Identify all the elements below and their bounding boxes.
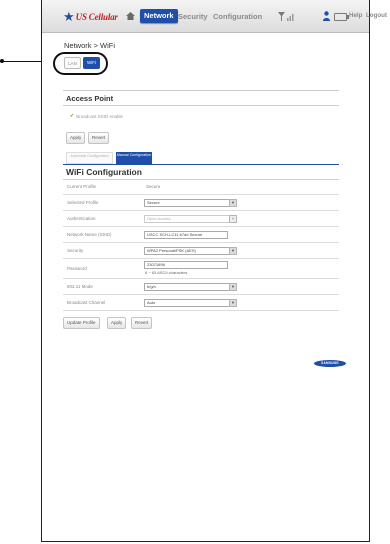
access-point-apply-button[interactable]: Apply <box>66 132 86 144</box>
row-broadcast-channel: Broadcast Channel Auto ▼ <box>63 295 339 311</box>
row-current-profile: Current Profile Secure <box>63 179 339 195</box>
channel-select[interactable]: Auto ▼ <box>144 299 237 307</box>
network-name-label: Network Name (SSID) <box>67 232 112 237</box>
row-security: Security WPA2 Personal/PSK (AES) ▼ <box>63 243 339 259</box>
battery-icon <box>334 13 349 21</box>
wifi-configuration-title: WiFi Configuration <box>66 167 142 177</box>
help-link[interactable]: Help <box>349 12 362 19</box>
security-label: Security <box>67 248 84 253</box>
broadcast-ssid-label: Broadcast SSID enable <box>76 113 123 119</box>
selected-profile-label: Selected Profile <box>67 200 99 205</box>
brand-name: US Cellular <box>75 11 118 22</box>
mode-select[interactable]: b/g/n ▼ <box>144 283 237 291</box>
signal-strength-icon <box>278 12 294 21</box>
access-point-title: Access Point <box>66 94 114 103</box>
chevron-down-icon: ▼ <box>229 283 237 291</box>
access-point-revert-button[interactable]: Revert <box>88 132 110 144</box>
chevron-down-icon: ▼ <box>229 199 237 207</box>
revert-button[interactable]: Revert <box>131 317 153 329</box>
current-profile-value: Secure <box>146 184 161 189</box>
row-selected-profile: Selected Profile Secure ▼ <box>63 195 339 211</box>
samsung-logo: SAMSUNG <box>314 360 346 367</box>
row-80211-mode: 802.11 Mode b/g/n ▼ <box>63 279 339 295</box>
divider <box>63 90 339 91</box>
password-input[interactable]: 23071696 <box>144 261 228 269</box>
top-navigation-bar: ★ US Cellular Network Security Configura… <box>42 0 387 33</box>
channel-label: Broadcast Channel <box>67 300 106 305</box>
network-name-input[interactable]: USCC SCH-LC11 b7dd Secure <box>144 231 228 239</box>
tab-lan[interactable]: LAN <box>64 57 81 69</box>
mode-value: b/g/n <box>147 284 156 289</box>
user-icon <box>323 11 330 21</box>
selected-profile-value: Secure <box>147 200 160 205</box>
tab-manual-configuration[interactable]: Manual Configuration <box>116 152 152 164</box>
chevron-down-icon: ▼ <box>229 215 237 223</box>
breadcrumb: Network > WiFi <box>64 41 116 50</box>
home-icon[interactable] <box>126 12 135 20</box>
current-profile-label: Current Profile <box>67 184 97 189</box>
row-authentication: Authentication Open Access ▼ <box>63 211 339 227</box>
star-icon: ★ <box>63 9 75 24</box>
nav-configuration[interactable]: Configuration <box>213 12 262 21</box>
row-network-name: Network Name (SSID) USCC SCH-LC11 b7dd S… <box>63 227 339 243</box>
chevron-down-icon: ▼ <box>229 247 237 255</box>
security-value: WPA2 Personal/PSK (AES) <box>147 248 196 253</box>
password-hint: 8 ~ 63 ASCII characters <box>145 270 188 275</box>
channel-value: Auto <box>147 300 156 305</box>
mode-label: 802.11 Mode <box>67 284 93 289</box>
broadcast-ssid-checkbox[interactable]: ✔ Broadcast SSID enable <box>70 113 123 119</box>
password-label: Password <box>67 266 87 271</box>
update-profile-button[interactable]: Update Profile <box>63 317 100 329</box>
authentication-select: Open Access ▼ <box>144 215 237 223</box>
authentication-label: Authentication <box>67 216 96 221</box>
authentication-value: Open Access <box>147 216 171 221</box>
selected-profile-select[interactable]: Secure ▼ <box>144 199 237 207</box>
security-select[interactable]: WPA2 Personal/PSK (AES) ▼ <box>144 247 237 255</box>
nav-security[interactable]: Security <box>178 12 208 21</box>
nav-network[interactable]: Network <box>140 9 178 23</box>
row-password: Password 23071696 8 ~ 63 ASCII character… <box>63 259 339 279</box>
checkmark-icon: ✔ <box>70 113 75 119</box>
brand-logo: ★ US Cellular <box>63 10 118 23</box>
chevron-down-icon: ▼ <box>229 299 237 307</box>
logout-link[interactable]: Logout <box>366 12 387 19</box>
tab-wifi[interactable]: WiFi <box>83 57 100 69</box>
apply-button[interactable]: Apply <box>107 317 127 329</box>
tab-automatic-configuration[interactable]: Automatic Configuration <box>66 152 113 164</box>
tab-underline <box>63 164 339 165</box>
divider <box>63 105 339 106</box>
